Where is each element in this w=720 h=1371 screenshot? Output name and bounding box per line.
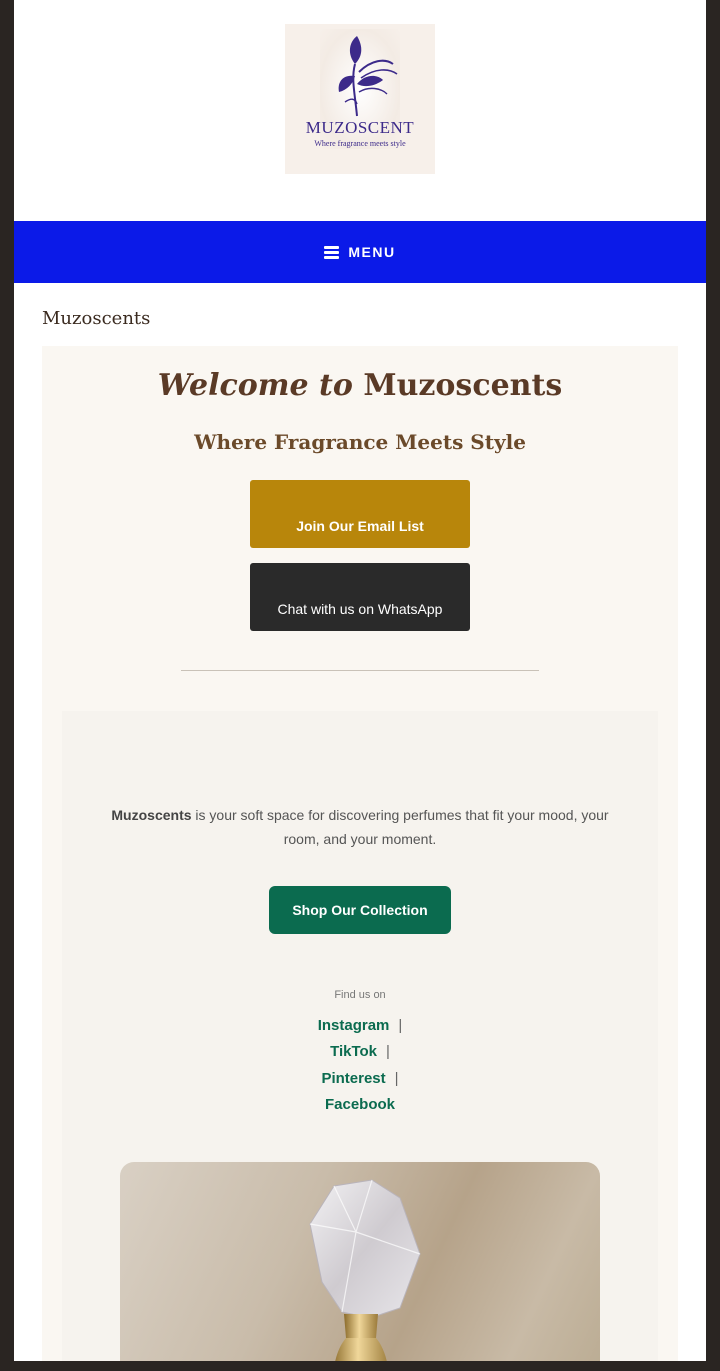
menu-toggle[interactable]: MENU	[14, 221, 706, 283]
whatsapp-chat-button[interactable]: Chat with us on WhatsApp	[250, 563, 470, 631]
hamburger-icon	[324, 246, 340, 259]
intro-text: Muzoscents is your soft space for discov…	[92, 803, 628, 851]
separator: |	[394, 1070, 399, 1087]
welcome-heading: Welcome to Muzoscents	[42, 368, 678, 403]
social-row-facebook: Facebook	[62, 1096, 658, 1113]
about-section: Muzoscents is your soft space for discov…	[62, 711, 658, 1361]
logo-wordmark: MUZOSCENT	[305, 118, 415, 137]
logo-tagline: Where fragrance meets style	[314, 139, 406, 148]
facebook-link[interactable]: Facebook	[325, 1096, 395, 1113]
social-row-tiktok: TikTok |	[62, 1043, 658, 1060]
page: MUZOSCENT Where fragrance meets style ME…	[14, 0, 706, 1361]
section-divider	[181, 670, 539, 671]
welcome-prefix: Welcome to	[157, 368, 353, 403]
perfume-bottle-image	[120, 1162, 600, 1361]
social-row-instagram: Instagram |	[62, 1017, 658, 1034]
welcome-name: Muzoscents	[363, 368, 563, 403]
shop-collection-button[interactable]: Shop Our Collection	[269, 886, 451, 934]
menu-label: MENU	[348, 244, 396, 260]
site-header: MUZOSCENT Where fragrance meets style	[14, 0, 706, 221]
pinterest-link[interactable]: Pinterest	[321, 1070, 385, 1087]
tiktok-link[interactable]: TikTok	[330, 1043, 377, 1060]
separator: |	[386, 1043, 390, 1060]
hero-tagline: Where Fragrance Meets Style	[194, 430, 526, 454]
content-card: Welcome to Muzoscents Where Fragrance Me…	[42, 346, 678, 1361]
page-title: Muzoscents	[42, 308, 151, 329]
intro-description: is your soft space for discovering perfu…	[191, 807, 609, 847]
site-logo[interactable]: MUZOSCENT Where fragrance meets style	[285, 24, 435, 174]
social-row-pinterest: Pinterest |	[62, 1070, 658, 1087]
perfume-bottle-illustration	[309, 1179, 421, 1361]
intro-brand: Muzoscents	[111, 807, 192, 823]
bottom-edge	[0, 1361, 720, 1371]
separator: |	[398, 1017, 403, 1034]
instagram-link[interactable]: Instagram	[318, 1017, 390, 1034]
flower-icon	[338, 36, 398, 117]
find-us-label: Find us on	[334, 989, 386, 1001]
join-email-list-button[interactable]: Join Our Email List	[250, 480, 470, 548]
